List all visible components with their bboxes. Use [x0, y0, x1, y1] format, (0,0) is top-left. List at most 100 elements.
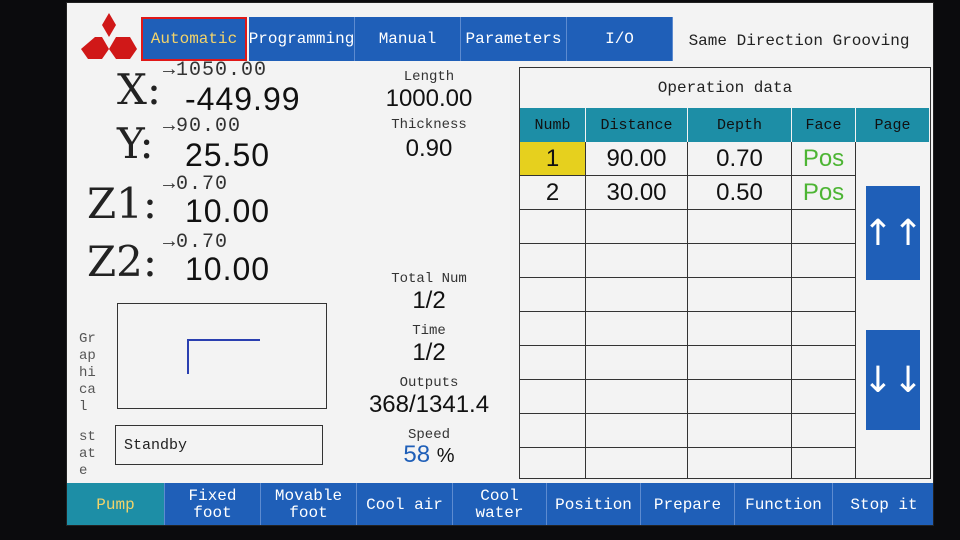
cool-air-button[interactable]: Cool air	[357, 483, 453, 525]
header-numb: Numb	[520, 108, 586, 142]
cell-empty[interactable]	[688, 380, 792, 413]
tab-parameters[interactable]: Parameters	[461, 17, 567, 61]
table-row[interactable]	[520, 312, 856, 346]
thickness-label: Thickness	[391, 117, 467, 133]
axis-z2-label: Z2:	[87, 237, 158, 286]
cell-empty[interactable]	[586, 244, 688, 277]
cell-empty[interactable]	[792, 210, 856, 243]
hmi-screen: Automatic Programming Manual Parameters …	[66, 2, 934, 526]
cell-empty[interactable]	[688, 346, 792, 379]
cell-empty[interactable]	[688, 414, 792, 447]
state-label: state	[79, 429, 96, 479]
cell-empty[interactable]	[520, 346, 586, 379]
prepare-button[interactable]: Prepare	[641, 483, 735, 525]
cell-empty[interactable]	[792, 312, 856, 345]
speed-readout: 58 %	[349, 441, 509, 469]
cell-distance[interactable]: 30.00	[586, 176, 688, 209]
cell-empty[interactable]	[520, 414, 586, 447]
table-row[interactable]	[520, 448, 856, 478]
cell-empty[interactable]	[586, 278, 688, 311]
graphical-label: Graphical	[79, 331, 96, 415]
cell-empty[interactable]	[792, 414, 856, 447]
table-row[interactable]	[520, 210, 856, 244]
cell-empty[interactable]	[792, 346, 856, 379]
movable-foot-button[interactable]: Movable foot	[261, 483, 357, 525]
cell-face[interactable]: Pos	[792, 142, 856, 175]
header-distance: Distance	[586, 108, 688, 142]
outputs-label: Outputs	[399, 375, 459, 391]
cell-empty[interactable]	[520, 210, 586, 243]
cell-empty[interactable]	[586, 312, 688, 345]
cell-empty[interactable]	[586, 448, 688, 478]
cell-depth[interactable]: 0.50	[688, 176, 792, 209]
table-row[interactable]	[520, 346, 856, 380]
cell-empty[interactable]	[688, 448, 792, 478]
axis-x-value: -449.99	[185, 81, 301, 117]
speed-value: 58	[403, 441, 431, 468]
thickness-value: 0.90	[405, 135, 453, 162]
cell-empty[interactable]	[586, 380, 688, 413]
cell-empty[interactable]	[688, 312, 792, 345]
fixed-foot-button[interactable]: Fixed foot	[165, 483, 261, 525]
cell-empty[interactable]	[688, 210, 792, 243]
cell-empty[interactable]	[792, 380, 856, 413]
axis-y-target: →90.00	[163, 115, 242, 138]
cell-empty[interactable]	[520, 448, 586, 478]
cell-numb[interactable]: 1	[520, 142, 586, 175]
state-field: Standby	[115, 425, 323, 465]
total-num-value: 1/2	[412, 287, 446, 314]
tab-manual[interactable]: Manual	[355, 17, 461, 61]
page-down-button[interactable]: ↓↓	[863, 330, 923, 430]
tab-programming[interactable]: Programming	[249, 17, 355, 61]
length-label: Length	[403, 69, 455, 85]
stop-it-button[interactable]: Stop it	[833, 483, 933, 525]
axis-x-target: →1050.00	[163, 59, 268, 82]
cell-empty[interactable]	[520, 244, 586, 277]
cell-empty[interactable]	[688, 278, 792, 311]
total-num-label: Total Num	[391, 271, 467, 287]
table-row[interactable]	[520, 414, 856, 448]
tab-io[interactable]: I/O	[567, 17, 673, 61]
tab-automatic[interactable]: Automatic	[141, 17, 247, 61]
cell-empty[interactable]	[520, 380, 586, 413]
cell-empty[interactable]	[792, 278, 856, 311]
axis-y-value: 25.50	[185, 137, 271, 173]
groove-profile-icon	[187, 339, 260, 374]
page-up-button[interactable]: ↑↑	[863, 186, 923, 280]
outputs-value: 368/1341.4	[368, 391, 490, 418]
cell-empty[interactable]	[520, 312, 586, 345]
cell-face[interactable]: Pos	[792, 176, 856, 209]
length-value: 1000.00	[385, 85, 473, 112]
cell-empty[interactable]	[792, 448, 856, 478]
cell-numb[interactable]: 2	[520, 176, 586, 209]
cell-empty[interactable]	[792, 244, 856, 277]
header-depth: Depth	[688, 108, 792, 142]
position-button[interactable]: Position	[547, 483, 641, 525]
cell-empty[interactable]	[688, 244, 792, 277]
header-face: Face	[792, 108, 856, 142]
table-row[interactable]	[520, 244, 856, 278]
axis-z1-label: Z1:	[87, 179, 158, 228]
operation-title: Operation data	[657, 79, 793, 97]
pump-button[interactable]: Pump	[67, 483, 165, 525]
cell-distance[interactable]: 90.00	[586, 142, 688, 175]
axis-z1-value: 10.00	[185, 193, 271, 229]
operation-data-table: Operation data Numb Distance Depth Face …	[519, 67, 931, 479]
cell-empty[interactable]	[586, 346, 688, 379]
time-label: Time	[412, 323, 446, 339]
cell-empty[interactable]	[520, 278, 586, 311]
cell-depth[interactable]: 0.70	[688, 142, 792, 175]
cell-empty[interactable]	[586, 210, 688, 243]
cool-water-button[interactable]: Cool water	[453, 483, 547, 525]
time-value: 1/2	[412, 339, 446, 366]
three-diamonds-logo-icon	[81, 13, 137, 59]
cell-empty[interactable]	[586, 414, 688, 447]
table-row[interactable]: 1 90.00 0.70 Pos	[520, 142, 856, 176]
table-row[interactable]	[520, 380, 856, 414]
header-page: Page	[856, 108, 930, 142]
table-row[interactable]	[520, 278, 856, 312]
function-button[interactable]: Function	[735, 483, 833, 525]
table-row[interactable]: 2 30.00 0.50 Pos	[520, 176, 856, 210]
axis-y-label: Y:	[117, 119, 154, 168]
axis-x-label: X:	[117, 65, 162, 114]
